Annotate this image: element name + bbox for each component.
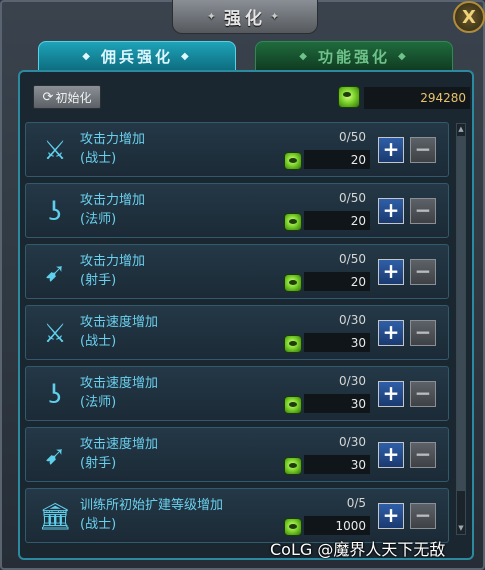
watermark: CoLG @魔界人天下无敌	[270, 540, 446, 559]
enhance-row: 🏛 训练所初始扩建等级增加 (战士) 0/5 1000 + −	[25, 488, 449, 543]
title-ornament-right-icon: ✦	[270, 10, 284, 23]
currency-coin-icon	[284, 518, 302, 536]
currency-coin-icon	[284, 335, 302, 353]
enhance-name: 攻击速度增加 (法师)	[80, 376, 159, 410]
staff-icon: ʖ	[48, 380, 62, 410]
currency-coin-icon	[338, 86, 360, 108]
decrease-button[interactable]: −	[410, 320, 436, 346]
tab-arrow-right-icon: ◆	[398, 50, 409, 62]
sword-icon: ⚔	[43, 136, 67, 166]
enhance-row: ⚔ 攻击力增加 (战士) 0/50 20 + −	[25, 122, 449, 177]
decrease-button[interactable]: −	[410, 503, 436, 529]
enhance-name: 攻击力增加 (射手)	[80, 254, 146, 288]
window-title-text: 强化	[224, 9, 266, 29]
enhance-row: ➹ 攻击力增加 (射手) 0/50 20 + −	[25, 244, 449, 299]
scroll-thumb[interactable]	[457, 136, 465, 491]
tab-label: 佣兵强化	[100, 47, 173, 66]
decrease-button[interactable]: −	[410, 442, 436, 468]
enhance-cost: 30	[304, 394, 370, 413]
enhance-row: ⚔ 攻击速度增加 (战士) 0/30 30 + −	[25, 305, 449, 360]
enhance-progress: 0/50	[339, 130, 366, 144]
total-currency: 294280	[364, 87, 470, 109]
enhance-cost: 30	[304, 455, 370, 474]
enhance-name: 攻击力增加 (法师)	[80, 193, 146, 227]
enhance-progress: 0/30	[339, 435, 366, 449]
increase-button[interactable]: +	[378, 137, 404, 163]
currency-coin-icon	[284, 152, 302, 170]
bow-icon: ➹	[44, 441, 66, 471]
enhance-progress: 0/5	[346, 496, 366, 510]
enhance-name: 训练所初始扩建等级增加 (战士)	[80, 498, 224, 532]
enhance-cost: 20	[304, 272, 370, 291]
currency-coin-icon	[284, 396, 302, 414]
tab-function-enhance[interactable]: ◆ 功能强化 ◆	[255, 41, 453, 71]
decrease-button[interactable]: −	[410, 137, 436, 163]
enhance-progress: 0/30	[339, 313, 366, 327]
enhance-row: ʖ 攻击力增加 (法师) 0/50 20 + −	[25, 183, 449, 238]
increase-button[interactable]: +	[378, 381, 404, 407]
enhance-cost: 1000	[304, 516, 370, 535]
enhance-name: 攻击力增加 (战士)	[80, 132, 146, 166]
building-icon: 🏛	[38, 502, 72, 532]
increase-button[interactable]: +	[378, 198, 404, 224]
increase-button[interactable]: +	[378, 259, 404, 285]
increase-button[interactable]: +	[378, 503, 404, 529]
tab-arrow-right-icon: ◆	[181, 50, 192, 62]
enhance-progress: 0/30	[339, 374, 366, 388]
decrease-button[interactable]: −	[410, 198, 436, 224]
staff-icon: ʖ	[48, 197, 62, 227]
enhance-cost: 30	[304, 333, 370, 352]
enhance-cost: 20	[304, 150, 370, 169]
decrease-button[interactable]: −	[410, 381, 436, 407]
window-title: ✦ 强化 ✦	[172, 0, 318, 34]
tab-arrow-left-icon: ◆	[299, 50, 310, 62]
increase-button[interactable]: +	[378, 320, 404, 346]
scrollbar[interactable]: ▲ ▼	[456, 123, 466, 535]
tab-label: 功能强化	[317, 47, 390, 66]
tab-mercenary-enhance[interactable]: ◆ 佣兵强化 ◆	[38, 41, 236, 71]
sword-icon: ⚔	[43, 319, 67, 349]
enhance-progress: 0/50	[339, 252, 366, 266]
close-button[interactable]: X	[453, 1, 485, 33]
scroll-down-icon[interactable]: ▼	[457, 524, 465, 533]
enhance-name: 攻击速度增加 (战士)	[80, 315, 159, 349]
refresh-icon: ⟳	[42, 89, 54, 105]
reset-label: 初始化	[55, 90, 92, 105]
title-ornament-left-icon: ✦	[206, 10, 220, 23]
enhance-row: ➹ 攻击速度增加 (射手) 0/30 30 + −	[25, 427, 449, 482]
tab-arrow-left-icon: ◆	[82, 50, 93, 62]
currency-coin-icon	[284, 457, 302, 475]
enhance-name: 攻击速度增加 (射手)	[80, 437, 159, 471]
scroll-up-icon[interactable]: ▲	[457, 125, 465, 134]
bow-icon: ➹	[44, 258, 66, 288]
enhance-cost: 20	[304, 211, 370, 230]
decrease-button[interactable]: −	[410, 259, 436, 285]
enhance-progress: 0/50	[339, 191, 366, 205]
currency-coin-icon	[284, 213, 302, 231]
reset-button[interactable]: ⟳ 初始化	[33, 85, 101, 109]
enhance-row: ʖ 攻击速度增加 (法师) 0/30 30 + −	[25, 366, 449, 421]
increase-button[interactable]: +	[378, 442, 404, 468]
currency-coin-icon	[284, 274, 302, 292]
